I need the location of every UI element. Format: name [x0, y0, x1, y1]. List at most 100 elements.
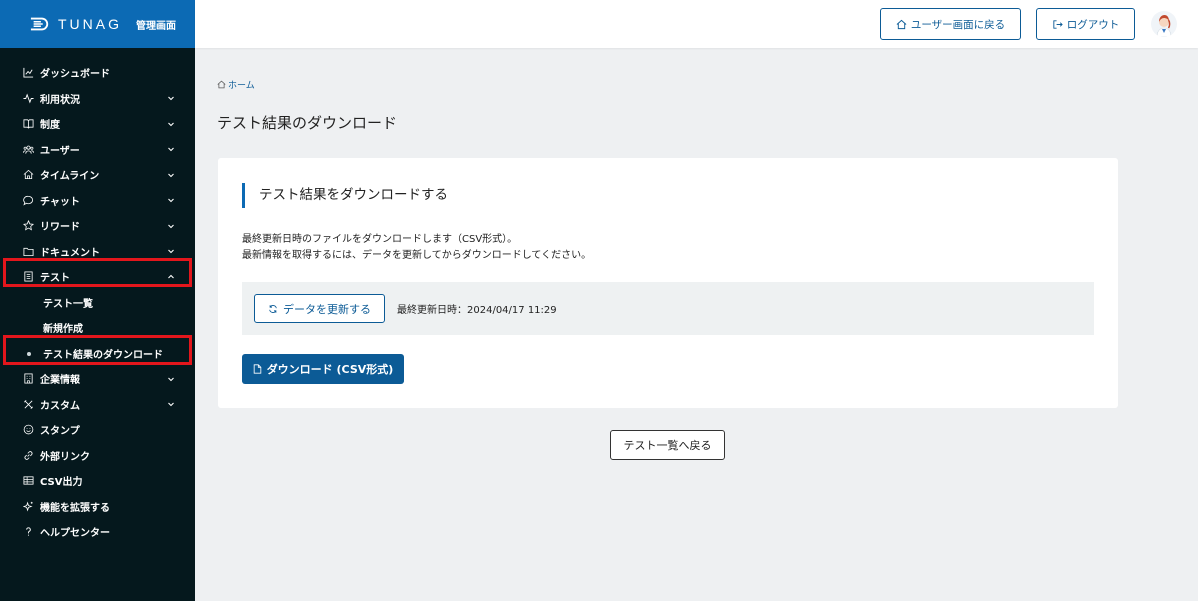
logout-label: ログアウト [1066, 18, 1120, 31]
sidebar-subitem-test-download[interactable]: テスト結果のダウンロード [0, 341, 195, 367]
sidebar-item-label: CSV出力 [40, 477, 83, 489]
file-icon [253, 364, 261, 374]
sidebar-item-label: 機能を拡張する [40, 502, 110, 514]
chevron-down-icon [167, 171, 175, 179]
help-icon [22, 526, 34, 538]
sidebar-item-label: 外部リンク [40, 451, 90, 463]
brand-name: TUNAG [58, 16, 122, 32]
breadcrumb-home-link[interactable]: ホーム [228, 78, 255, 91]
chevron-down-icon [167, 145, 175, 153]
sidebar-item-external-link[interactable]: 外部リンク [0, 443, 195, 469]
sidebar-item-company[interactable]: 企業情報 [0, 366, 195, 392]
sidebar-header: TUNAG 管理画面 [0, 0, 195, 48]
card-title: テスト結果をダウンロードする [242, 183, 448, 208]
sidebar-subitem-new-test[interactable]: 新規作成 [0, 315, 195, 341]
sidebar-item-label: タイムライン [40, 171, 100, 183]
chevron-down-icon [167, 247, 175, 255]
book-icon [22, 118, 34, 130]
sidebar-subitem-test-list[interactable]: テスト一覧 [0, 290, 195, 316]
refresh-icon [269, 304, 277, 313]
sidebar-item-label: チャット [40, 196, 80, 208]
download-csv-button[interactable]: ダウンロード (CSV形式) [242, 354, 404, 384]
sidebar-item-usage[interactable]: 利用状況 [0, 86, 195, 112]
sidebar-item-reward[interactable]: リワード [0, 213, 195, 239]
sidebar-item-system[interactable]: 制度 [0, 111, 195, 137]
sparkle-icon [22, 500, 34, 512]
sidebar-item-users[interactable]: ユーザー [0, 137, 195, 163]
chevron-down-icon [167, 120, 175, 128]
back-to-user-screen-button[interactable]: ユーザー画面に戻る [880, 8, 1021, 40]
smile-icon [22, 424, 34, 436]
sidebar-item-label: 企業情報 [40, 375, 80, 387]
active-dot-icon [27, 351, 31, 356]
document-list-icon [22, 271, 34, 283]
star-icon [22, 220, 34, 232]
sidebar-item-label: 制度 [40, 120, 60, 132]
download-card: テスト結果をダウンロードする 最終更新日時のファイルをダウンロードします（CSV… [218, 158, 1118, 408]
sidebar-item-label: リワード [40, 222, 80, 234]
description-line-1: 最終更新日時のファイルをダウンロードします（CSV形式）。 [242, 234, 518, 245]
tunag-logo-icon [30, 17, 50, 31]
description: 最終更新日時のファイルをダウンロードします（CSV形式）。 最新情報を取得するに… [242, 232, 591, 264]
table-icon [22, 475, 34, 487]
download-csv-label: ダウンロード (CSV形式) [266, 363, 394, 376]
sidebar-item-label: ドキュメント [40, 247, 100, 259]
tools-icon [22, 398, 34, 410]
logout-button[interactable]: ログアウト [1036, 8, 1135, 40]
chevron-down-icon [167, 400, 175, 408]
main-content: ホーム テスト結果のダウンロード テスト結果をダウンロードする 最終更新日時のフ… [195, 48, 1198, 601]
sidebar-item-label: テスト [40, 273, 70, 285]
sidebar-nav: ダッシュボード 利用状況 制度 ユーザー タイムライン チャット リワード ドキ… [0, 48, 195, 545]
sidebar-item-help-center[interactable]: ヘルプセンター [0, 519, 195, 545]
activity-icon [22, 92, 34, 104]
sidebar-item-extend-features[interactable]: 機能を拡張する [0, 494, 195, 520]
home-icon [896, 19, 907, 29]
chevron-down-icon [167, 222, 175, 230]
sidebar-item-documents[interactable]: ドキュメント [0, 239, 195, 265]
sidebar-item-label: カスタム [40, 400, 80, 412]
link-icon [22, 449, 34, 461]
folder-icon [22, 245, 34, 257]
sidebar-item-label: ヘルプセンター [40, 528, 110, 540]
back-to-test-list-label: テスト一覧へ戻る [623, 439, 712, 452]
users-icon [22, 143, 34, 155]
home-icon [217, 80, 226, 89]
sidebar: TUNAG 管理画面 ダッシュボード 利用状況 制度 ユーザー タイムライン チ… [0, 0, 195, 601]
chart-line-icon [22, 67, 34, 79]
sidebar-item-label: ユーザー [40, 145, 80, 157]
sidebar-item-label: ダッシュボード [40, 69, 110, 81]
chat-icon [22, 194, 34, 206]
sidebar-item-stamp[interactable]: スタンプ [0, 417, 195, 443]
sidebar-subitem-label: テスト結果のダウンロード [43, 349, 163, 361]
sidebar-item-timeline[interactable]: タイムライン [0, 162, 195, 188]
chevron-down-icon [167, 196, 175, 204]
chevron-down-icon [167, 375, 175, 383]
page-title: テスト結果のダウンロード [217, 114, 398, 132]
breadcrumb: ホーム [217, 78, 255, 91]
sidebar-item-csv-export[interactable]: CSV出力 [0, 468, 195, 494]
sidebar-item-dashboard[interactable]: ダッシュボード [0, 60, 195, 86]
building-icon [22, 373, 34, 385]
home-icon [22, 169, 34, 181]
description-line-2: 最新情報を取得するには、データを更新してからダウンロードしてください。 [242, 250, 592, 261]
sidebar-item-label: 利用状況 [40, 94, 80, 106]
back-to-test-list-button[interactable]: テスト一覧へ戻る [610, 430, 725, 460]
logout-icon [1053, 19, 1063, 29]
refresh-panel: データを更新する 最終更新日時：2024/04/17 11:29 [242, 282, 1094, 335]
brand-subtitle: 管理画面 [136, 20, 176, 32]
chevron-up-icon [167, 273, 175, 281]
sidebar-item-test[interactable]: テスト [0, 264, 195, 290]
refresh-data-button[interactable]: データを更新する [254, 294, 385, 323]
sidebar-item-chat[interactable]: チャット [0, 188, 195, 214]
avatar[interactable] [1151, 11, 1177, 37]
top-bar: ユーザー画面に戻る ログアウト [195, 0, 1198, 48]
refresh-data-label: データを更新する [283, 302, 371, 316]
last-updated-text: 最終更新日時：2024/04/17 11:29 [397, 305, 557, 316]
sidebar-item-custom[interactable]: カスタム [0, 392, 195, 418]
chevron-down-icon [167, 94, 175, 102]
sidebar-item-label: スタンプ [40, 426, 80, 438]
back-to-user-screen-label: ユーザー画面に戻る [910, 18, 1006, 31]
sidebar-subitem-label: 新規作成 [43, 324, 83, 336]
sidebar-subitem-label: テスト一覧 [43, 298, 93, 310]
user-avatar-icon [1156, 15, 1172, 37]
